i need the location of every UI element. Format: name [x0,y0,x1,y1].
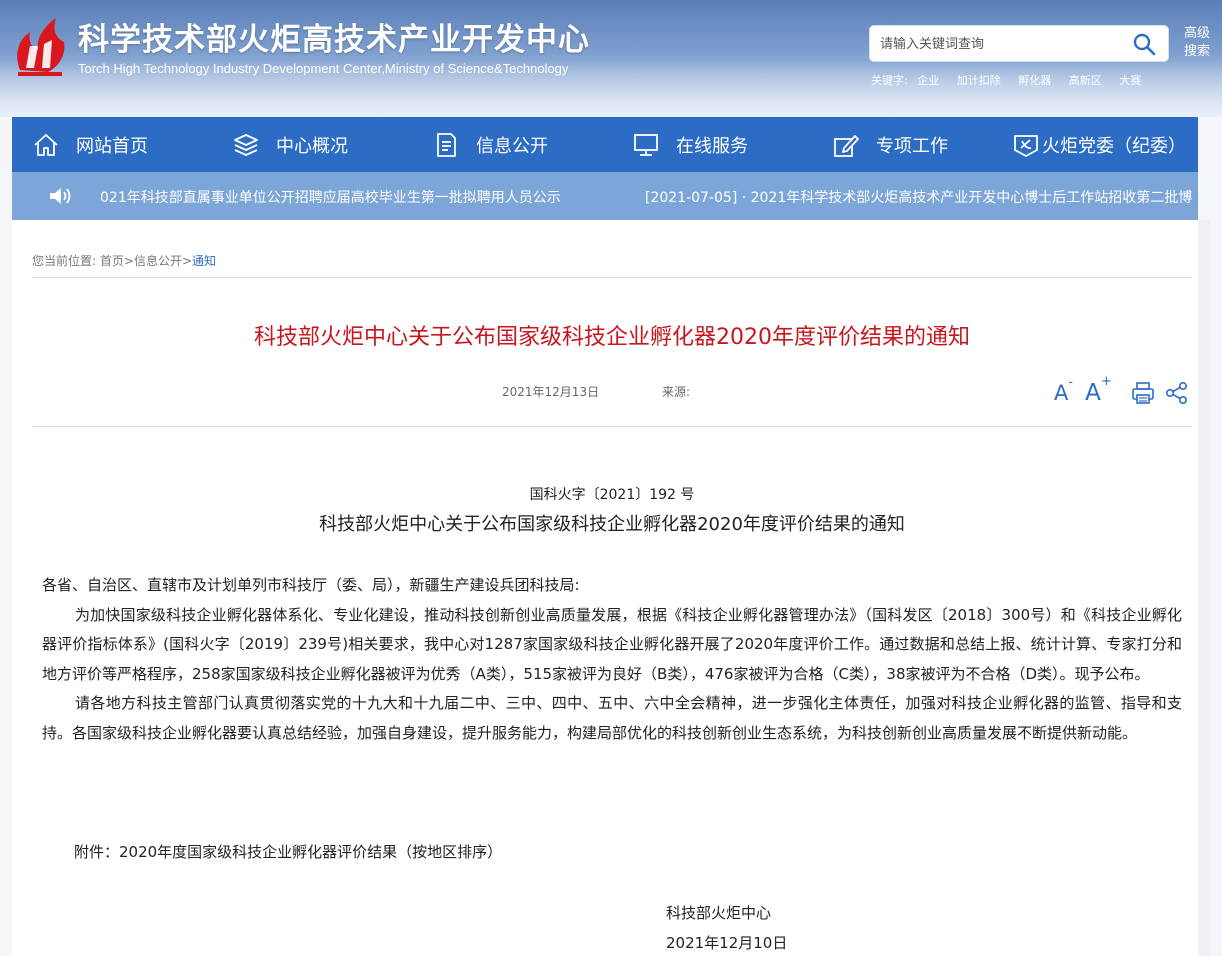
salutation: 各省、自治区、直辖市及计划单列市科技厅（委、局），新疆生产建设兵团科技局: [42,576,580,594]
search-box [869,25,1169,62]
advanced-search-link[interactable]: 高级搜索 [1180,25,1214,61]
document-title: 科技部火炬中心关于公布国家级科技企业孵化器2020年度评价结果的通知 [319,514,905,535]
print-icon[interactable] [1130,380,1156,406]
keyword-link[interactable]: 加计扣除 [957,74,1001,87]
hot-keywords: 关键字: 企业 加计扣除 孵化器 高新区 大赛 [871,72,1155,88]
nav-label: 专项工作 [876,135,948,157]
speaker-icon [50,188,71,204]
divider [32,426,1192,427]
layers-icon [234,133,258,156]
ticker-item[interactable]: [2021-07-05] · 2021年科学技术部火炬高技术产业开发中心博士后工… [645,187,1192,207]
nav-label: 在线服务 [676,135,748,157]
search-input[interactable] [880,34,1130,54]
keyword-link[interactable]: 高新区 [1069,74,1102,87]
breadcrumb-separator: > [181,254,193,268]
breadcrumb: 您当前位置: 首页>信息公开>通知 [32,252,216,269]
paragraph: 为加快国家级科技企业孵化器体系化、专业化建设，推动科技创新创业高质量发展，根据《… [42,605,1182,683]
keyword-link[interactable]: 大赛 [1119,74,1141,87]
paragraph: 请各地方科技主管部门认真贯彻落实党的十九大和十九届二中、三中、四中、五中、六中全… [42,694,1182,742]
site-header: 科学技术部火炬高技术产业开发中心 Torch High Technology I… [0,0,1222,117]
nav-item-overview[interactable]: 中心概况 [232,117,348,172]
monitor-icon [634,133,658,156]
keywords-label: 关键字: [871,74,908,87]
document-icon [437,132,456,157]
article-tools: A- A+ [1054,374,1190,409]
site-subtitle: Torch High Technology Industry Developme… [78,61,569,76]
divider [32,277,1192,278]
site-title: 科学技术部火炬高技术产业开发中心 [78,22,590,58]
article-body: 各省、自治区、直辖市及计划单列市科技厅（委、局），新疆生产建设兵团科技局: 为加… [42,571,1182,749]
font-increase-button[interactable]: A+ [1085,374,1112,406]
breadcrumb-current[interactable]: 通知 [192,254,216,268]
main-nav: 网站首页 中心概况 信息公开 在线服务 专项工作 火炬党委（纪委） [12,117,1198,172]
party-emblem-icon [1014,134,1038,157]
nav-label: 信息公开 [476,135,548,157]
search-icon[interactable] [1132,32,1156,56]
nav-item-party-committee[interactable]: 火炬党委（纪委） [1012,117,1186,172]
edit-icon [834,134,859,157]
breadcrumb-info[interactable]: 信息公开 [134,254,182,268]
nav-item-online-service[interactable]: 在线服务 [632,117,748,172]
publish-date: 2021年12月13日 [502,385,600,399]
breadcrumb-label: 您当前位置: [32,254,97,268]
attachment-link[interactable]: 附件：2020年度国家级科技企业孵化器评价结果（按地区排序） [74,841,502,862]
source-label: 来源: [662,385,691,399]
breadcrumb-home[interactable]: 首页 [100,254,124,268]
ticker-item[interactable]: 021年科技部直属事业单位公开招聘应届高校毕业生第一批拟聘用人员公示 [100,187,561,207]
signature-date: 2021年12月10日 [666,934,788,952]
article-container: 您当前位置: 首页>信息公开>通知 科技部火炬中心关于公布国家级科技企业孵化器2… [12,220,1210,956]
nav-label: 火炬党委（纪委） [1042,135,1186,157]
home-icon [34,133,58,156]
font-decrease-button[interactable]: A- [1054,375,1073,405]
nav-item-info[interactable]: 信息公开 [432,117,548,172]
article-title: 科技部火炬中心关于公布国家级科技企业孵化器2020年度评价结果的通知 [254,325,970,350]
torch-logo-icon[interactable] [12,10,70,78]
keyword-link[interactable]: 孵化器 [1018,74,1051,87]
nav-item-home[interactable]: 网站首页 [32,117,148,172]
nav-label: 中心概况 [276,135,348,157]
share-icon[interactable] [1164,380,1190,406]
signature: 科技部火炬中心 [666,904,772,922]
nav-item-special-work[interactable]: 专项工作 [832,117,948,172]
document-number: 国科火字〔2021〕192 号 [529,487,695,503]
breadcrumb-separator: > [123,254,134,268]
nav-label: 网站首页 [76,135,148,157]
keyword-link[interactable]: 企业 [917,74,939,87]
news-ticker: 021年科技部直属事业单位公开招聘应届高校毕业生第一批拟聘用人员公示 [2021… [12,172,1198,220]
